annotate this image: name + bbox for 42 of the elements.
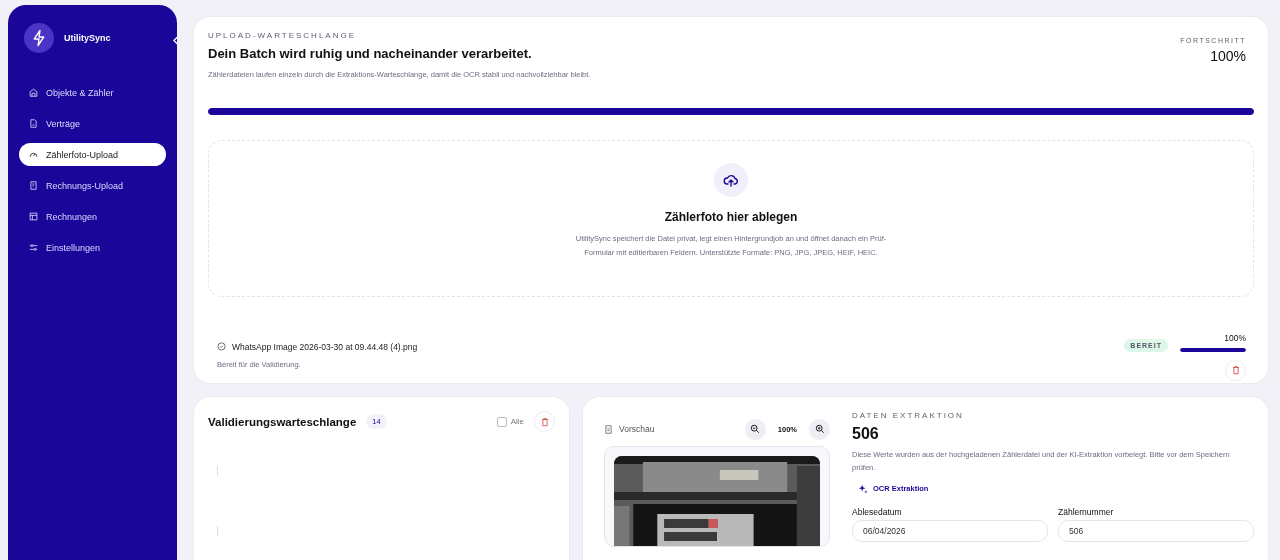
- check-circle-icon: [217, 342, 226, 352]
- sliders-icon: [29, 243, 38, 252]
- lightning-logo-icon: [24, 23, 54, 53]
- input-field[interactable]: 506: [1058, 519, 1254, 542]
- progress-value: 100%: [1209, 48, 1246, 64]
- sidebar-item[interactable]: Rechnungs-Upload: [19, 174, 166, 197]
- preview-label: Vorschau: [619, 424, 655, 434]
- zoom-out-icon: [750, 424, 761, 434]
- field-label: Zählernummer: [1058, 506, 1115, 517]
- file-progress-value: 100%: [1224, 332, 1246, 343]
- cloud-upload-icon: [714, 162, 748, 197]
- sidebar-item[interactable]: Rechnungen: [19, 205, 166, 228]
- input-field[interactable]: 06/04/2026: [852, 519, 1048, 542]
- sidebar-item[interactable]: Zählerfoto-Upload: [19, 143, 166, 166]
- section-title: Dein Batch wird ruhig und nacheinander verarbeitet.: [208, 46, 533, 61]
- select-all-checkbox[interactable]: Alle: [496, 416, 524, 427]
- brand-name: UtilitySync: [64, 33, 111, 43]
- file-name: WhatsApp Image 2026-03-30 at 09.44.48 (4).png: [232, 341, 418, 352]
- zoom-out-button[interactable]: [744, 418, 766, 440]
- trash-icon: [1230, 365, 1241, 376]
- sidebar-item[interactable]: Einstellungen: [19, 236, 166, 259]
- gauge-icon: [29, 150, 38, 159]
- building-icon: [29, 88, 38, 97]
- sidebar-item[interactable]: Objekte & Zähler: [19, 81, 166, 104]
- queue-title: Validierungswarteschlange: [208, 415, 357, 428]
- trash-icon: [539, 416, 550, 427]
- table-icon: [29, 212, 38, 221]
- document-icon: [604, 424, 613, 434]
- delete-button[interactable]: [534, 411, 555, 432]
- delete-button[interactable]: [1225, 359, 1246, 381]
- document-icon: [29, 119, 38, 128]
- zoom-in-button[interactable]: [809, 418, 830, 440]
- dropzone-title: Zählerfoto hier ablegen: [664, 209, 798, 224]
- section-eyebrow: UPLOAD-WARTESCHLANGE: [208, 31, 358, 40]
- meter-title: 506: [852, 425, 880, 443]
- collapse-caret-icon[interactable]: [173, 36, 178, 45]
- field-label: Ablesedatum: [852, 506, 903, 517]
- receipt-icon: [29, 181, 38, 190]
- sparkle-icon: [858, 483, 868, 494]
- sidebar-item[interactable]: Verträge: [19, 112, 166, 135]
- zoom-in-icon: [814, 424, 825, 434]
- section-eyebrow: DATEN EXTRAKTION: [852, 411, 965, 420]
